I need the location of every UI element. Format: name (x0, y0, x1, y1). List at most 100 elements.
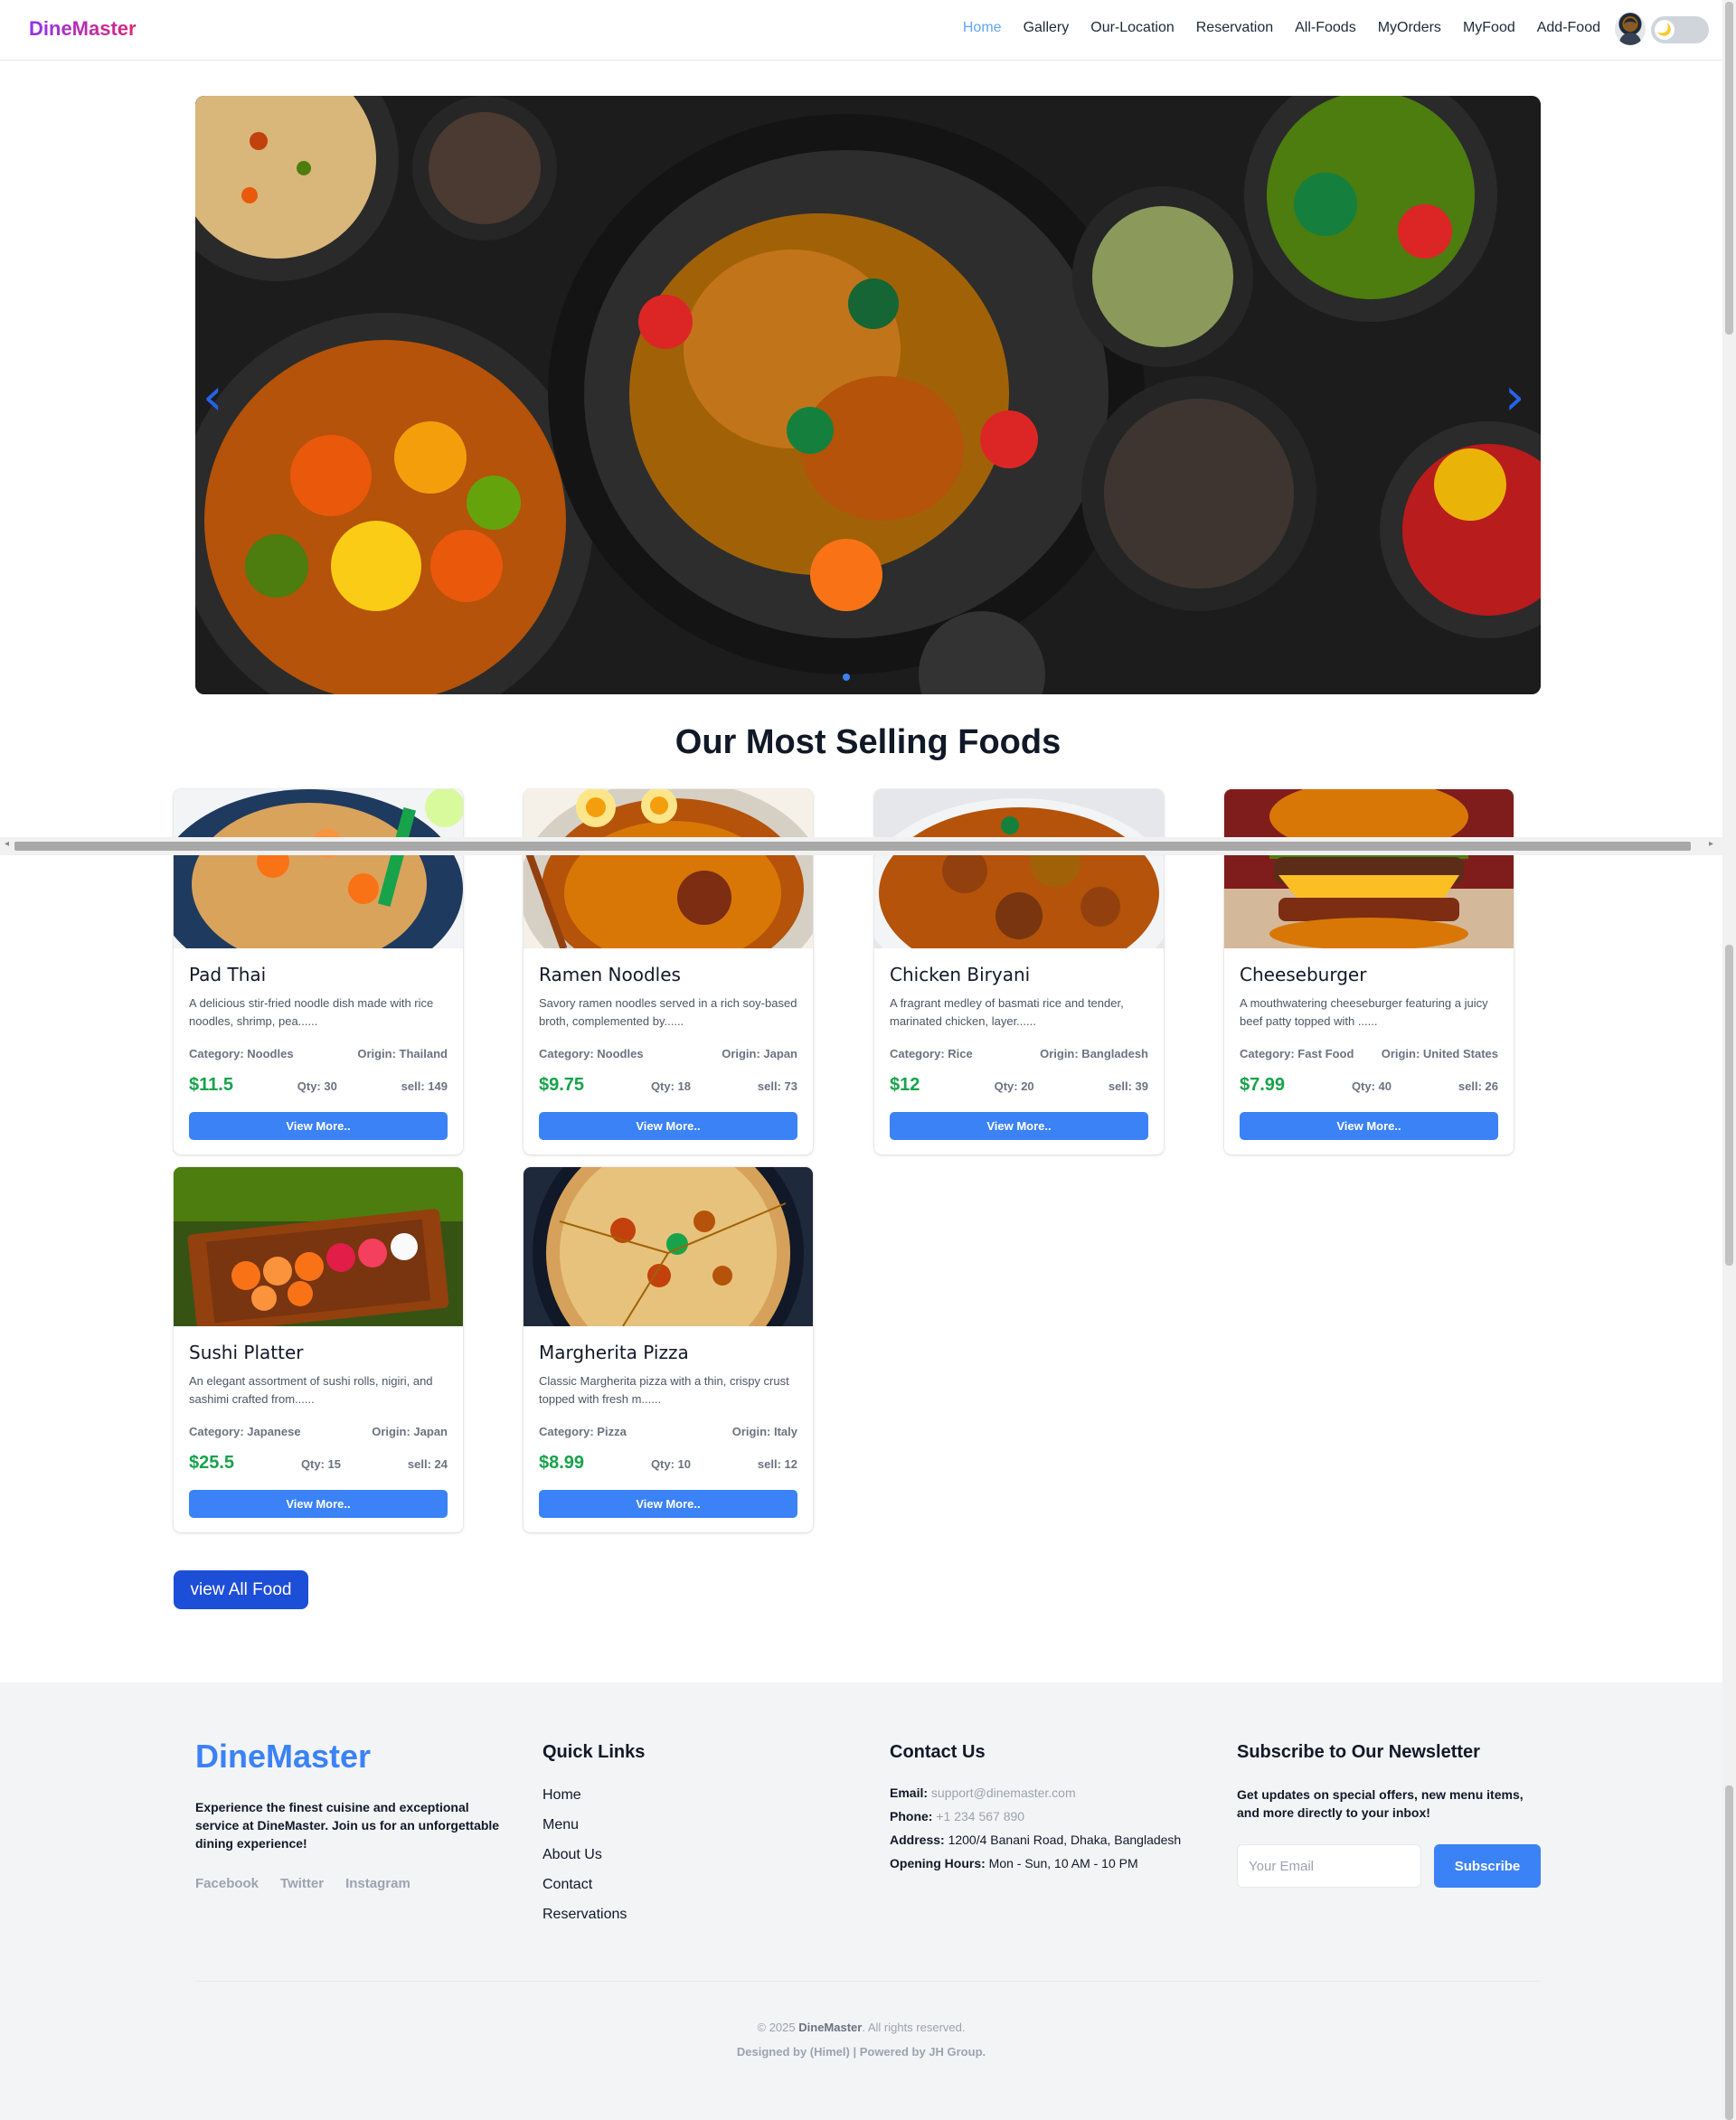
food-category: Category: Noodles (539, 1047, 644, 1060)
biryani-image (874, 789, 1164, 948)
footer-link-contact[interactable]: Contact (542, 1877, 627, 1893)
food-stats: $8.99 Qty: 10 sell: 12 (539, 1453, 797, 1474)
food-meta: Category: Rice Origin: Bangladesh (890, 1047, 1148, 1060)
view-more-button[interactable]: View More.. (1240, 1112, 1498, 1140)
food-origin: Origin: Japan (372, 1425, 448, 1438)
burger-image (1224, 789, 1514, 948)
nav-link-add-food[interactable]: Add-Food (1537, 20, 1600, 36)
food-name: Pad Thai (189, 964, 267, 985)
nav-link-my-food[interactable]: MyFood (1463, 20, 1515, 36)
newsletter-email-input[interactable] (1237, 1844, 1421, 1888)
address-label: Address: (890, 1833, 945, 1847)
footer-brand: DineMaster (195, 1738, 372, 1775)
address-value: 1200/4 Banani Road, Dhaka, Bangladesh (948, 1833, 1182, 1847)
carousel-dot-active[interactable] (843, 674, 850, 681)
twitter-link[interactable]: Twitter (280, 1876, 324, 1891)
food-sell-count: sell: 26 (1458, 1079, 1498, 1093)
food-meta: Category: Noodles Origin: Japan (539, 1047, 797, 1060)
quick-links-list: Home Menu About Us Contact Reservations (542, 1787, 627, 1923)
food-category: Category: Japanese (189, 1425, 301, 1438)
view-more-button[interactable]: View More.. (189, 1112, 448, 1140)
brand-logo[interactable]: DineMaster (29, 17, 137, 41)
view-more-button[interactable]: View More.. (539, 1112, 797, 1140)
view-more-button[interactable]: View More.. (189, 1490, 448, 1518)
food-description: Classic Margherita pizza with a thin, cr… (539, 1374, 789, 1406)
footer-link-home[interactable]: Home (542, 1787, 627, 1804)
contact-heading: Contact Us (890, 1742, 986, 1762)
theme-toggle[interactable]: 🌙 (1651, 16, 1709, 43)
scroll-left-arrow-icon[interactable]: ◂ (5, 839, 9, 849)
avatar-head-shape (1624, 18, 1637, 32)
food-sell-count: sell: 24 (407, 1457, 448, 1471)
food-description: Savory ramen noodles served in a rich so… (539, 996, 797, 1028)
footer-link-reservations[interactable]: Reservations (542, 1907, 627, 1923)
food-meta: Category: Noodles Origin: Thailand (189, 1047, 448, 1060)
food-category: Category: Rice (890, 1047, 973, 1060)
food-price: $9.75 (539, 1075, 585, 1095)
credit-text: Designed by (Himel) | Powered by JH Grou… (736, 2045, 986, 2059)
avatar-body-shape (1619, 33, 1641, 45)
food-qty: Qty: 15 (300, 1457, 342, 1471)
footer: DineMaster Experience the finest cuisine… (0, 1682, 1722, 2120)
scroll-right-arrow-icon[interactable]: ▸ (1709, 839, 1713, 849)
nav-link-gallery[interactable]: Gallery (1024, 20, 1070, 36)
page-scrollbar[interactable] (1722, 0, 1736, 2120)
nav-link-home[interactable]: Home (963, 20, 1002, 36)
food-sell-count: sell: 39 (1108, 1079, 1148, 1093)
contact-email-row: Email: support@dinemaster.com (890, 1786, 1181, 1800)
pad-thai-image (174, 789, 463, 948)
scrollbar-thumb[interactable] (1725, 1786, 1733, 2120)
food-category: Category: Noodles (189, 1047, 294, 1060)
view-more-button[interactable]: View More.. (539, 1490, 797, 1518)
contact-address-row: Address: 1200/4 Banani Road, Dhaka, Bang… (890, 1833, 1181, 1847)
footer-link-about-us[interactable]: About Us (542, 1847, 627, 1863)
food-price: $11.5 (189, 1075, 233, 1095)
food-name: Chicken Biryani (890, 964, 1031, 985)
newsletter-text: Get updates on special offers, new menu … (1237, 1787, 1524, 1820)
food-origin: Origin: Bangladesh (1040, 1047, 1148, 1060)
contact-phone-row: Phone: +1 234 567 890 (890, 1809, 1181, 1823)
phone-link[interactable]: +1 234 567 890 (936, 1809, 1024, 1823)
scrollbar-thumb[interactable] (1725, 945, 1733, 1266)
nav-link-reservation[interactable]: Reservation (1196, 20, 1273, 36)
food-stats: $7.99 Qty: 40 sell: 26 (1240, 1075, 1498, 1096)
food-name: Cheeseburger (1240, 964, 1367, 985)
food-stats: $11.5 Qty: 30 sell: 149 (189, 1075, 448, 1096)
view-all-food-button[interactable]: view All Food (174, 1570, 308, 1609)
top-navbar: DineMaster Home Gallery Our-Location Res… (0, 0, 1722, 61)
subscribe-button[interactable]: Subscribe (1434, 1844, 1541, 1888)
ramen-image (524, 789, 813, 948)
food-price: $7.99 (1240, 1075, 1286, 1095)
food-stats: $25.5 Qty: 15 sell: 24 (189, 1453, 448, 1474)
food-description: A fragrant medley of basmati rice and te… (890, 996, 1124, 1028)
facebook-link[interactable]: Facebook (195, 1876, 259, 1891)
food-sell-count: sell: 149 (401, 1079, 448, 1093)
food-sell-count: sell: 12 (757, 1457, 797, 1471)
food-origin: Origin: Japan (722, 1047, 797, 1060)
food-name: Ramen Noodles (539, 964, 681, 985)
food-meta: Category: Pizza Origin: Italy (539, 1425, 797, 1438)
food-card: Margherita Pizza Classic Margherita pizz… (524, 1167, 813, 1532)
footer-divider (195, 1981, 1541, 1982)
carousel-next-arrow[interactable]: › (1505, 371, 1532, 425)
user-avatar[interactable] (1615, 13, 1646, 45)
carousel-prev-arrow[interactable]: ‹ (203, 371, 230, 425)
instagram-link[interactable]: Instagram (345, 1876, 410, 1891)
copyright-text: © 2025 DineMaster. All rights reserved. (0, 2021, 1722, 2034)
horizontal-scrollbar-thumb[interactable] (14, 842, 1691, 851)
email-label: Email: (890, 1786, 929, 1800)
scrollbar-thumb[interactable] (1725, 2, 1733, 334)
pizza-image (524, 1167, 813, 1326)
food-price: $25.5 (189, 1453, 235, 1473)
hours-label: Opening Hours: (890, 1856, 986, 1870)
footer-link-menu[interactable]: Menu (542, 1817, 627, 1833)
nav-link-our-location[interactable]: Our-Location (1090, 20, 1175, 36)
horizontal-scrollbar[interactable]: ◂ ▸ (0, 837, 1722, 855)
email-link[interactable]: support@dinemaster.com (931, 1786, 1076, 1800)
nav-links: Home Gallery Our-Location Reservation Al… (963, 20, 1600, 36)
nav-link-all-foods[interactable]: All-Foods (1295, 20, 1356, 36)
view-more-button[interactable]: View More.. (890, 1112, 1148, 1140)
nav-link-my-orders[interactable]: MyOrders (1378, 20, 1441, 36)
hero-food-image (195, 96, 1541, 694)
food-price: $8.99 (539, 1453, 585, 1473)
